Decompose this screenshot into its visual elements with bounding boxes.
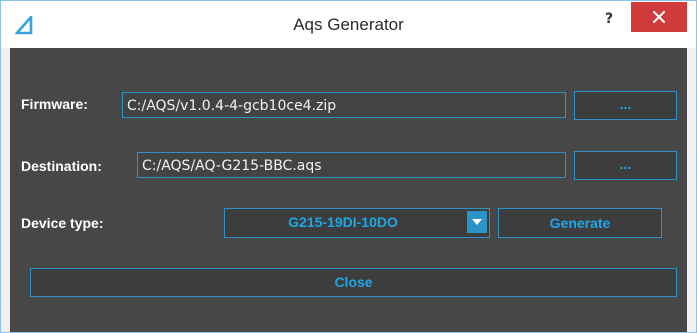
dropdown-button[interactable] <box>467 211 487 233</box>
destination-browse-button[interactable]: ... <box>574 151 677 180</box>
close-button[interactable]: Close <box>30 268 677 297</box>
firmware-label: Firmware: <box>21 96 88 112</box>
close-icon <box>653 11 665 23</box>
device-type-label: Device type: <box>21 215 104 231</box>
help-button[interactable]: ? <box>597 7 621 31</box>
generate-button[interactable]: Generate <box>498 208 662 238</box>
firmware-browse-button[interactable]: ... <box>574 91 677 120</box>
device-type-select[interactable]: G215-19DI-10DO <box>224 208 490 238</box>
window-title: Aqs Generator <box>293 15 404 34</box>
destination-path-input[interactable]: C:/AQS/AQ-G215-BBC.aqs <box>137 152 566 178</box>
aqs-generator-window: Aqs Generator ? Firmware: C:/AQS/v1.0.4-… <box>0 0 697 333</box>
destination-label: Destination: <box>21 158 102 174</box>
chevron-down-icon <box>472 219 482 225</box>
title-bar[interactable]: Aqs Generator ? <box>1 1 696 48</box>
dialog-body: Firmware: C:/AQS/v1.0.4-4-gcb10ce4.zip .… <box>10 48 687 332</box>
firmware-path-input[interactable]: C:/AQS/v1.0.4-4-gcb10ce4.zip <box>122 92 566 118</box>
window-close-button[interactable] <box>631 2 687 32</box>
device-type-selected: G215-19DI-10DO <box>288 214 398 230</box>
